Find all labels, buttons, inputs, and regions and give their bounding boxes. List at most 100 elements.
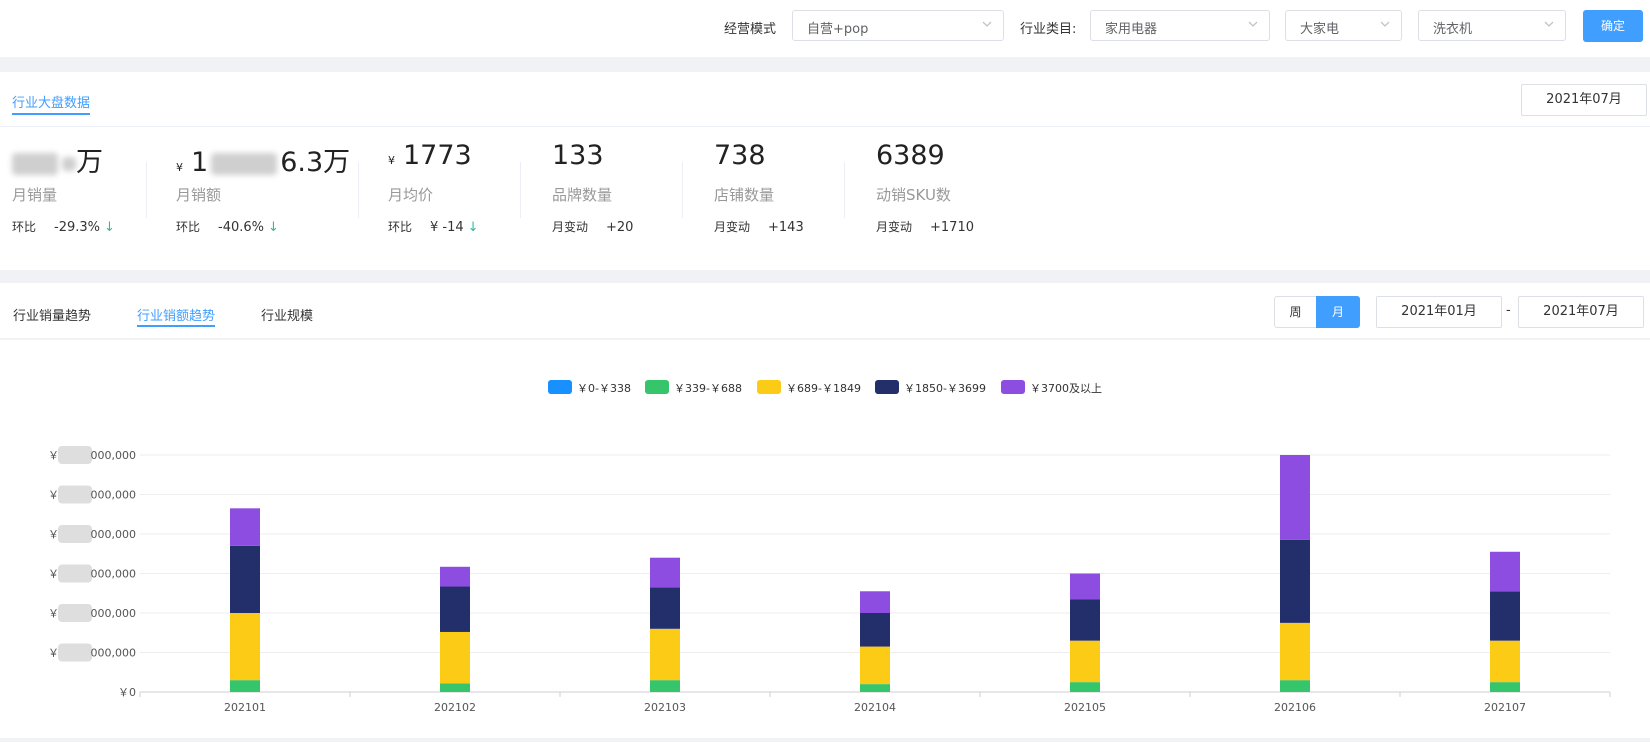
overview-title[interactable]: 行业大盘数据	[12, 92, 91, 115]
stat-monthly-revenue: ¥1 6.3万 月销额 环比 -40.6% ↓	[176, 140, 350, 240]
arrow-down-icon: ↓	[104, 220, 115, 235]
bar-segment	[860, 646, 890, 685]
bar-segment	[230, 508, 260, 546]
stat-change-label: 环比	[388, 220, 413, 234]
masked-value	[62, 156, 76, 171]
stat-value: 133	[552, 140, 604, 171]
y-tick-label: ￥	[48, 647, 59, 660]
bar-segment	[1490, 640, 1520, 683]
y-tick-label: ￥	[48, 489, 59, 502]
chevron-down-icon	[1379, 17, 1391, 35]
bar-segment	[1490, 682, 1520, 692]
mode-select[interactable]: 自营+pop	[792, 10, 1004, 41]
legend-label: ￥689-￥1849	[786, 382, 861, 395]
stat-change-value: +20	[606, 220, 634, 235]
legend-label: ￥0-￥338	[577, 382, 631, 395]
arrow-down-icon: ↓	[467, 220, 479, 235]
currency-symbol: ¥	[176, 161, 183, 174]
bar-segment	[230, 545, 260, 613]
stacked-bar-chart: ￥0-￥338 ￥339-￥688 ￥689-￥1849 ￥1850-￥3699 ￥37…	[48, 380, 1611, 714]
y-tick-label: 000,000	[91, 568, 137, 581]
stat-divider	[358, 162, 359, 218]
masked-value	[211, 152, 278, 175]
stat-value: 6389	[876, 140, 945, 171]
masked-tick-value	[58, 446, 92, 464]
x-tick-label: 202101	[224, 701, 266, 714]
stat-brand-count: 133 品牌数量 月变动 +20	[552, 140, 702, 240]
x-tick-label: 202107	[1484, 701, 1526, 714]
stat-change-value: -29.3%	[54, 220, 101, 235]
stat-value: ¥1773	[388, 140, 472, 171]
confirm-button[interactable]: 确定	[1583, 10, 1643, 42]
category-select[interactable]: 家用电器	[1090, 10, 1270, 41]
stat-change-value: +143	[768, 220, 804, 235]
bar-segment	[650, 557, 680, 588]
tab-industry-scale[interactable]: 行业规模	[261, 305, 313, 324]
category-select-value: 家用电器	[1105, 22, 1158, 37]
bar-segment	[440, 586, 470, 632]
bar-segment	[1070, 599, 1100, 641]
filter-bar: 经营模式 自营+pop 行业类目: 家用电器 大家电 洗衣机 确定	[0, 0, 1650, 57]
chart-panel: ￥0-￥338 ￥339-￥688 ￥689-￥1849 ￥1850-￥3699 ￥37…	[0, 340, 1650, 738]
bar-segment	[440, 683, 470, 692]
currency-symbol: ¥	[388, 154, 395, 167]
masked-tick-value	[58, 643, 92, 662]
legend-swatch	[1001, 380, 1025, 394]
bar-segment	[440, 566, 470, 587]
bar-segment	[1280, 455, 1310, 540]
masked-tick-value	[58, 525, 92, 543]
subcategory-select-value: 大家电	[1300, 22, 1340, 37]
masked-tick-value	[58, 485, 92, 504]
bar-segment	[860, 684, 890, 692]
stat-divider	[844, 162, 845, 218]
subcategory-select[interactable]: 大家电	[1285, 10, 1402, 41]
y-tick-label: 000,000	[91, 449, 137, 462]
range-end-picker[interactable]: 2021年07月	[1518, 296, 1644, 328]
chevron-down-icon	[1543, 17, 1555, 35]
stat-change-value: ¥ -14	[430, 220, 464, 235]
bar-segment	[1490, 591, 1520, 641]
y-tick-label: ￥	[48, 528, 59, 541]
y-tick-label: 000,000	[91, 528, 137, 541]
stat-label: 月均价	[388, 186, 434, 204]
y-tick-label: 000,000	[91, 607, 137, 620]
stat-monthly-volume: 万 月销量 环比 -29.3% ↓	[12, 140, 162, 240]
stat-label: 动销SKU数	[876, 186, 951, 204]
stat-sku-count: 6389 动销SKU数 月变动 +1710	[876, 140, 1026, 240]
y-tick-label: ￥0	[118, 686, 136, 699]
legend-label: ￥3700及以上	[1030, 382, 1102, 395]
stat-change: 月变动 +20	[552, 218, 633, 235]
tab-sales-volume-trend[interactable]: 行业销量趋势	[13, 305, 91, 324]
tab-sales-revenue-trend[interactable]: 行业销额趋势	[137, 305, 216, 327]
leaf-category-select[interactable]: 洗衣机	[1418, 10, 1566, 41]
stat-average-price: ¥1773 月均价 环比 ¥ -14 ↓	[388, 140, 538, 240]
range-separator: -	[1506, 303, 1511, 318]
overview-month-picker[interactable]: 2021年07月	[1521, 84, 1647, 116]
stat-label: 品牌数量	[552, 186, 613, 204]
stat-change-label: 环比	[176, 220, 201, 234]
granularity-month-button[interactable]: 月	[1316, 296, 1360, 328]
x-tick-label: 202103	[644, 701, 686, 714]
bar-segment	[230, 613, 260, 681]
stat-value-number: 1773	[403, 140, 472, 171]
leaf-category-select-value: 洗衣机	[1433, 22, 1473, 37]
y-tick-label: ￥	[48, 568, 59, 581]
legend-swatch	[548, 380, 572, 394]
range-start-picker[interactable]: 2021年01月	[1376, 296, 1502, 328]
masked-value	[12, 152, 58, 175]
y-tick-label: ￥	[48, 607, 59, 620]
stat-change-label: 月变动	[552, 220, 589, 234]
y-tick-label: 000,000	[91, 647, 137, 660]
overview-month-value: 2021年07月	[1546, 92, 1622, 107]
stat-value: 738	[714, 140, 766, 171]
stat-value: 万	[12, 140, 103, 179]
bar-segment	[1070, 682, 1100, 692]
x-tick-label: 202105	[1064, 701, 1106, 714]
stat-change: 月变动 +143	[714, 218, 804, 235]
granularity-week-button[interactable]: 周	[1274, 296, 1317, 328]
stat-value: ¥1 6.3万	[176, 140, 350, 179]
mode-label: 经营模式	[724, 22, 777, 37]
stat-change-label: 月变动	[714, 220, 751, 234]
legend-label: ￥339-￥688	[674, 382, 742, 395]
range-end-value: 2021年07月	[1543, 304, 1619, 319]
